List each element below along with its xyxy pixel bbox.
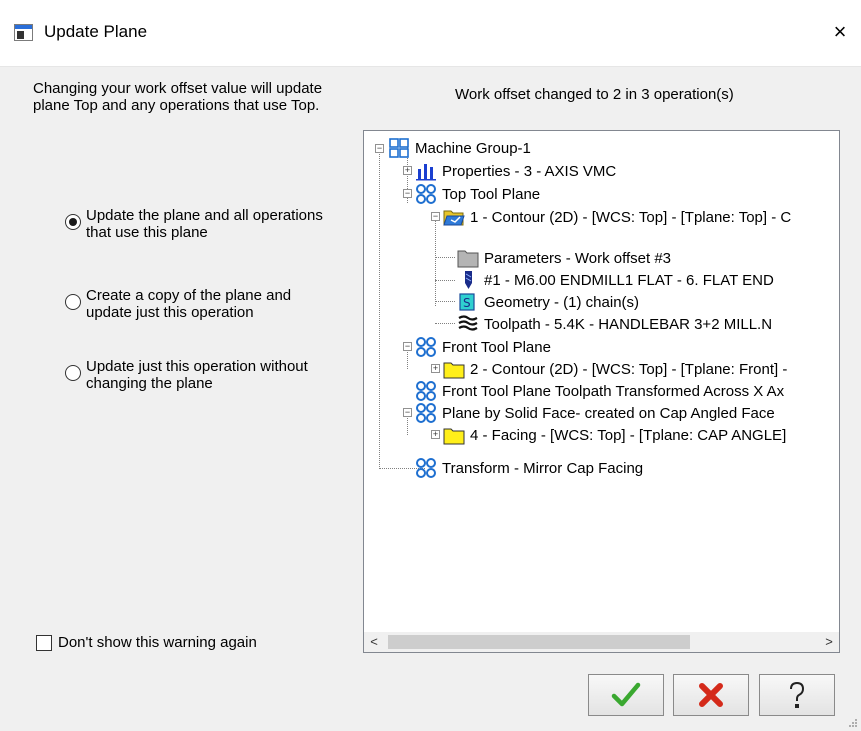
tree-item-label: Front Tool Plane Toolpath Transformed Ac…	[442, 382, 785, 400]
radio-update-operation[interactable]: Update just this operation without chang…	[65, 358, 326, 392]
collapse-toggle[interactable]: −	[375, 144, 384, 153]
question-icon	[790, 681, 805, 708]
plane-icon	[416, 184, 436, 204]
radio-create-copy[interactable]: Create a copy of the plane and update ju…	[65, 287, 326, 321]
radio-circle[interactable]	[65, 294, 81, 310]
radio-circle[interactable]	[65, 214, 81, 230]
close-button[interactable]: ×	[820, 12, 860, 52]
status-message: Work offset changed to 2 in 3 operation(…	[455, 86, 734, 103]
radio-circle[interactable]	[65, 365, 81, 381]
machine-group-icon	[389, 138, 409, 158]
tree-item-operation-4[interactable]: 4 - Facing - [WCS: Top] - [Tplane: CAP A…	[443, 424, 786, 446]
operation-folder-icon	[443, 428, 465, 445]
tree-item-transform[interactable]: Transform - Mirror Cap Facing	[415, 457, 643, 479]
dont-show-checkbox-row[interactable]: Don't show this warning again	[36, 634, 257, 651]
plane-icon	[416, 458, 436, 478]
tree-item-label: Geometry - (1) chain(s)	[484, 293, 640, 311]
dont-show-checkbox[interactable]	[36, 634, 52, 651]
collapse-toggle[interactable]: −	[403, 408, 412, 417]
tree-item-label: Top Tool Plane	[442, 185, 541, 203]
operation-folder-icon	[443, 210, 465, 226]
tree-item-operation-2[interactable]: 2 - Contour (2D) - [WCS: Top] - [Tplane:…	[443, 358, 787, 380]
help-button[interactable]	[759, 674, 835, 716]
title-bar: Update Plane ×	[0, 0, 861, 67]
tree-item-label: 1 - Contour (2D) - [WCS: Top] - [Tplane:…	[470, 208, 792, 226]
tree-item-label: 2 - Contour (2D) - [WCS: Top] - [Tplane:…	[470, 360, 788, 378]
dont-show-label: Don't show this warning again	[58, 634, 257, 651]
cross-icon	[699, 683, 723, 707]
resize-grip-icon[interactable]	[848, 718, 858, 728]
tree-item-parameters[interactable]: Parameters - Work offset #3	[457, 247, 671, 269]
operations-tree[interactable]: − + − − − + − + Machine Group-1 Properti…	[363, 130, 840, 653]
tree-item-label: 4 - Facing - [WCS: Top] - [Tplane: CAP A…	[470, 426, 787, 444]
collapse-toggle[interactable]: −	[431, 212, 440, 221]
checkmark-icon	[611, 682, 641, 707]
plane-icon	[416, 403, 436, 423]
parameters-folder-icon	[457, 250, 479, 268]
tree-item-front-transformed-plane[interactable]: Front Tool Plane Toolpath Transformed Ac…	[415, 380, 784, 402]
svg-text:S: S	[463, 296, 471, 310]
operation-folder-icon	[443, 362, 465, 379]
expand-toggle[interactable]: +	[431, 364, 440, 373]
app-icon	[14, 24, 33, 41]
tree-item-label: Front Tool Plane	[442, 338, 551, 356]
radio-label: Create a copy of the plane and update ju…	[86, 287, 292, 321]
ok-button[interactable]	[588, 674, 664, 716]
tree-item-properties[interactable]: Properties - 3 - AXIS VMC	[415, 160, 616, 182]
tree-item-label: Machine Group-1	[415, 139, 531, 157]
collapse-toggle[interactable]: −	[403, 189, 412, 198]
radio-update-plane[interactable]: Update the plane and all operations that…	[65, 207, 326, 241]
plane-icon	[416, 337, 436, 357]
tree-item-top-tool-plane[interactable]: Top Tool Plane	[415, 183, 540, 205]
tree-item-label: Toolpath - 5.4K - HANDLEBAR 3+2 MILL.N	[484, 315, 773, 333]
tree-item-solid-face-plane[interactable]: Plane by Solid Face- created on Cap Angl…	[415, 402, 775, 424]
tree-item-label: Plane by Solid Face- created on Cap Angl…	[442, 404, 775, 422]
properties-icon	[416, 164, 436, 181]
plane-icon	[416, 381, 436, 401]
expand-toggle[interactable]: +	[403, 166, 412, 175]
warning-description: Changing your work offset value will upd…	[33, 80, 323, 114]
tree-item-label: Properties - 3 - AXIS VMC	[442, 162, 617, 180]
tree-item-operation-1[interactable]: 1 - Contour (2D) - [WCS: Top] - [Tplane:…	[443, 206, 791, 228]
radio-label: Update the plane and all operations that…	[86, 207, 323, 241]
tree-item-label: Transform - Mirror Cap Facing	[442, 459, 644, 477]
tree-item-front-tool-plane[interactable]: Front Tool Plane	[415, 336, 551, 358]
toolpath-icon	[458, 315, 478, 331]
radio-label: Update just this operation without chang…	[86, 358, 308, 392]
window-title: Update Plane	[44, 22, 148, 41]
collapse-toggle[interactable]: −	[403, 342, 412, 351]
scroll-right-button[interactable]: >	[819, 632, 839, 652]
tree-item-geometry[interactable]: S Geometry - (1) chain(s)	[457, 291, 639, 313]
cancel-button[interactable]	[673, 674, 749, 716]
tool-icon	[465, 271, 472, 289]
tree-item-toolpath[interactable]: Toolpath - 5.4K - HANDLEBAR 3+2 MILL.N	[457, 313, 772, 335]
geometry-icon: S	[459, 293, 475, 311]
scroll-left-button[interactable]: <	[364, 632, 384, 652]
tree-item-machine-group[interactable]: Machine Group-1	[388, 137, 531, 159]
scroll-thumb[interactable]	[388, 635, 690, 649]
horizontal-scrollbar[interactable]: < >	[364, 632, 839, 652]
expand-toggle[interactable]: +	[431, 430, 440, 439]
tree-item-tool[interactable]: #1 - M6.00 ENDMILL1 FLAT - 6. FLAT END	[457, 269, 774, 291]
tree-item-label: Parameters - Work offset #3	[484, 249, 672, 267]
tree-item-label: #1 - M6.00 ENDMILL1 FLAT - 6. FLAT END	[484, 271, 774, 289]
